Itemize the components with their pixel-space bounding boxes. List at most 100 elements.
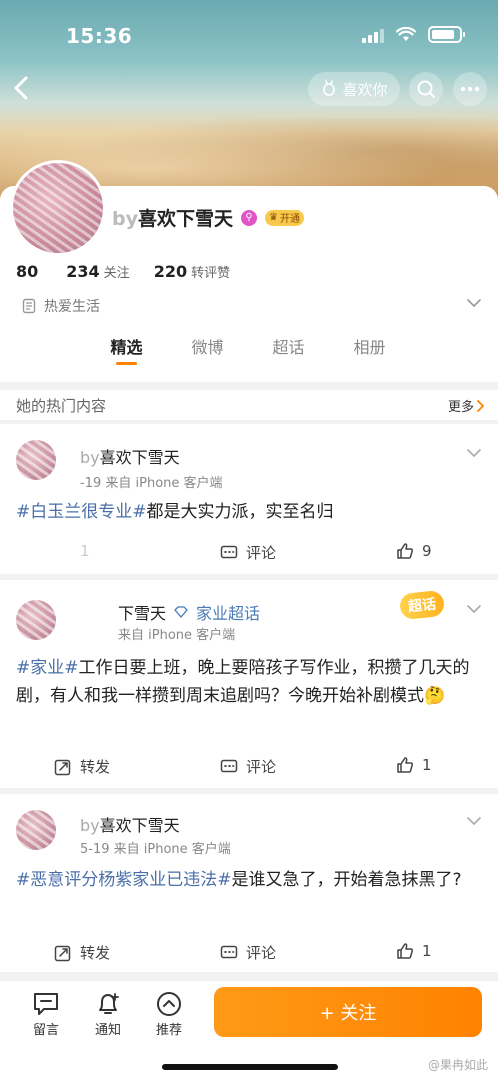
search-button[interactable] [409, 72, 443, 106]
profile-name-text: 喜欢下雪天 [138, 208, 234, 230]
post-avatar[interactable] [16, 810, 56, 850]
comment-button[interactable]: 评论 [220, 756, 276, 777]
notify-label: 通知 [94, 1023, 121, 1038]
signal-icon [362, 27, 384, 43]
comment-label: 评论 [246, 758, 277, 776]
comment-button[interactable]: 评论 [220, 942, 276, 963]
search-icon [417, 80, 435, 98]
post-actions: 1 评论 9 [0, 542, 498, 576]
vip-label: 开通 [279, 214, 300, 225]
profile-name-prefix: by [112, 208, 138, 230]
chevron-down-icon[interactable] [466, 816, 482, 826]
vip-badge[interactable]: ♛ 开通 [265, 209, 304, 226]
wifi-icon [396, 27, 416, 41]
section-title: 她的热门内容 [16, 397, 107, 415]
tab-weibo[interactable]: 微博 [167, 334, 248, 358]
post-date: -19 [80, 476, 102, 491]
post-actions: 转发 评论 1 [0, 942, 498, 976]
stat-following[interactable]: 234 关注 [66, 262, 129, 281]
post-author[interactable]: 下雪天 家业超话 [118, 600, 260, 624]
stat-followers[interactable]: 80 [16, 262, 42, 281]
comment-icon [220, 945, 238, 958]
like-button[interactable]: 9 [396, 542, 432, 560]
comment-label: 评论 [246, 544, 277, 562]
follow-button[interactable]: + 关注 [214, 987, 482, 1037]
more-button[interactable] [453, 72, 487, 106]
comment-button[interactable]: 评论 [220, 542, 276, 563]
chevron-down-icon[interactable] [466, 448, 482, 458]
recommend-button[interactable]: 推荐 [149, 991, 189, 1038]
like-count: 1 [422, 942, 432, 960]
more-label: 更多 [447, 400, 474, 415]
post-meta: 来自 iPhone 客户端 [118, 624, 235, 643]
post-meta: -19 来自 iPhone 客户端 [80, 472, 223, 491]
profile-card: by喜欢下雪天 ⚲ ♛ 开通 80 234 关注 220 转评赞 热爱生活 精选 微… [0, 160, 498, 382]
chevron-down-icon[interactable] [466, 298, 482, 308]
follow-label: + 关注 [319, 1003, 377, 1024]
post-card[interactable]: by喜欢下雪天 -19 来自 iPhone 客户端 #白玉兰很专业#都是大实力派… [0, 424, 498, 574]
status-time: 15:36 [66, 24, 133, 48]
post-card[interactable]: 下雪天 家业超话 来自 iPhone 客户端 超话 #家业#工作日要上班，晚上要… [0, 580, 498, 788]
like-count: 9 [422, 542, 432, 560]
post-avatar[interactable] [16, 600, 56, 640]
document-icon [22, 298, 36, 314]
stat-followers-value: 80 [16, 262, 39, 281]
post-date: 5-19 [80, 842, 110, 857]
post-author[interactable]: by喜欢下雪天 [80, 444, 180, 468]
post-text: #恶意评分杨紫家业已违法#是谁又急了，开始着急抹黑了? [16, 866, 480, 894]
tab-featured[interactable]: 精选 [86, 334, 167, 365]
profile-bio[interactable]: 热爱生活 [22, 296, 100, 316]
post-actions: 转发 评论 1 [0, 756, 498, 790]
profile-avatar[interactable] [10, 160, 106, 256]
comment-label: 评论 [246, 944, 277, 962]
post-text: #家业#工作日要上班，晚上要陪孩子写作业，积攒了几天的剧，有人和我一样攒到周末追… [16, 654, 480, 710]
post-hashtag[interactable]: #恶意评分杨紫家业已违法# [16, 870, 232, 890]
bio-text: 热爱生活 [44, 299, 100, 315]
back-icon[interactable] [8, 70, 36, 106]
tab-album[interactable]: 相册 [329, 334, 410, 358]
like-you-label: 喜欢你 [342, 80, 388, 99]
comment-icon [220, 759, 238, 772]
post-body: 是谁又急了，开始着急抹黑了? [231, 870, 462, 890]
thumbs-up-icon [397, 543, 414, 559]
profile-stats: 80 234 关注 220 转评赞 [16, 262, 254, 281]
repost-button[interactable]: 转发 [54, 756, 110, 777]
repost-count: 1 [80, 542, 90, 560]
profile-name-row: by喜欢下雪天 ⚲ ♛ 开通 [112, 204, 304, 231]
post-body: 工作日要上班，晚上要陪孩子写作业，积攒了几天的剧，有人和我一样攒到周末追剧吗？今… [16, 658, 470, 706]
search-badge-icon[interactable]: ⚲ [241, 209, 258, 226]
post-avatar[interactable] [16, 440, 56, 480]
like-button[interactable]: 1 [396, 942, 432, 960]
crown-icon: ♛ [269, 212, 278, 223]
post-card[interactable]: by喜欢下雪天 5-19 来自 iPhone 客户端 #恶意评分杨紫家业已违法#… [0, 794, 498, 972]
repost-label: 转发 [80, 758, 111, 776]
supertopic-icon [174, 606, 188, 618]
like-count: 1 [422, 756, 432, 774]
more-link[interactable]: 更多 [448, 396, 484, 415]
stat-engagement[interactable]: 220 转评赞 [154, 262, 230, 281]
post-author-prefix: by [80, 448, 100, 467]
notify-button[interactable]: 通知 [88, 991, 128, 1038]
like-you-button[interactable]: 喜欢你 [308, 72, 400, 106]
stat-following-value: 234 [66, 262, 100, 281]
repost-button[interactable]: 1 [54, 542, 90, 560]
post-author[interactable]: by喜欢下雪天 [80, 812, 180, 836]
repost-button[interactable]: 转发 [54, 942, 110, 963]
post-author-prefix: by [80, 816, 100, 835]
stat-following-label: 关注 [103, 266, 130, 281]
post-hashtag[interactable]: #家业# [16, 658, 79, 678]
chevron-down-icon[interactable] [466, 604, 482, 614]
post-source: 来自 iPhone 客户端 [118, 628, 236, 643]
message-icon [34, 993, 58, 1015]
hot-content-header: 她的热门内容 更多 [0, 390, 498, 420]
supertopic-badge[interactable]: 超话 [398, 589, 446, 621]
message-label: 留言 [32, 1023, 59, 1038]
tab-supertopic[interactable]: 超话 [248, 334, 329, 358]
post-hashtag[interactable]: #白玉兰很专业# [16, 502, 147, 522]
post-text: #白玉兰很专业#都是大实力派，实至名归 [16, 498, 480, 526]
like-button[interactable]: 1 [396, 756, 432, 774]
thumbs-up-icon [397, 943, 414, 959]
supertopic-link[interactable]: 家业超话 [196, 600, 260, 624]
message-button[interactable]: 留言 [26, 991, 66, 1038]
post-source: 来自 iPhone 客户端 [105, 476, 223, 491]
